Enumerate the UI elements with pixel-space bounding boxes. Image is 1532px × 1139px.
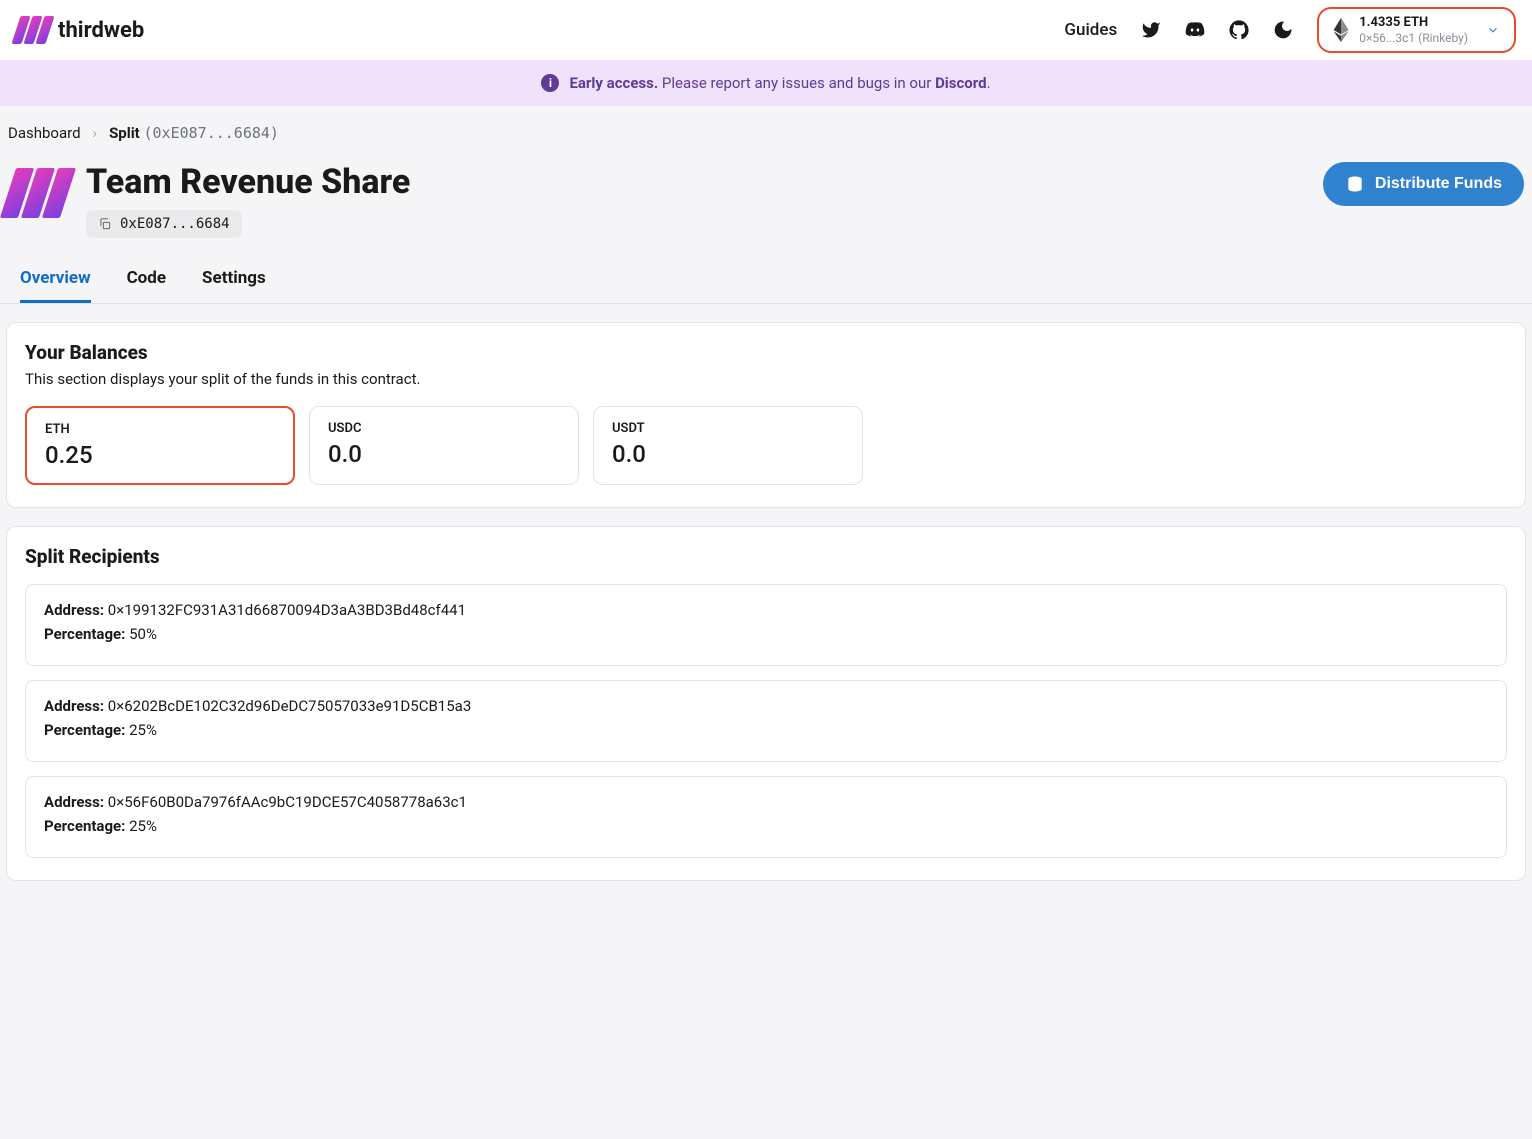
discord-link[interactable]: Discord <box>935 74 987 92</box>
contract-logo-icon <box>8 168 68 218</box>
tab-overview[interactable]: Overview <box>20 258 91 303</box>
recipients-heading: Split Recipients <box>25 545 1507 568</box>
page-title: Team Revenue Share <box>86 162 410 202</box>
tab-code[interactable]: Code <box>127 258 166 303</box>
balance-card-eth: ETH 0.25 <box>25 406 295 485</box>
breadcrumb-current: Split (0xE087...6684) <box>109 124 279 142</box>
info-icon: i <box>541 74 559 92</box>
contract-address-chip[interactable]: 0xE087...6684 <box>86 210 242 238</box>
header: thirdweb Guides 1.4335 ETH 0×56...3c1 (R… <box>0 0 1532 60</box>
balance-card-usdt: USDT 0.0 <box>593 406 863 485</box>
tab-settings[interactable]: Settings <box>202 258 266 303</box>
chevron-down-icon <box>1486 23 1500 37</box>
breadcrumb: Dashboard › Split (0xE087...6684) <box>0 106 1532 150</box>
recipient-percentage: 50% <box>129 625 157 643</box>
theme-moon-icon[interactable] <box>1273 20 1293 40</box>
contract-address: 0xE087...6684 <box>120 216 230 232</box>
chevron-right-icon: › <box>93 124 98 142</box>
balances-card: Your Balances This section displays your… <box>6 322 1526 508</box>
balance-symbol: ETH <box>45 422 275 437</box>
ethereum-icon <box>1333 18 1349 42</box>
coins-icon <box>1345 174 1365 194</box>
balance-value: 0.25 <box>45 441 275 469</box>
balance-value: 0.0 <box>328 440 560 468</box>
recipient-percentage: 25% <box>129 721 157 739</box>
brand-name: thirdweb <box>58 18 144 43</box>
balance-value: 0.0 <box>612 440 844 468</box>
guides-link[interactable]: Guides <box>1064 20 1117 40</box>
tabs: Overview Code Settings <box>0 258 1532 304</box>
early-access-banner: i Early access. Please report any issues… <box>0 60 1532 106</box>
recipient-address: 0×199132FC931A31d66870094D3aA3BD3Bd48cf4… <box>108 601 466 619</box>
page-header: Team Revenue Share 0xE087...6684 Distrib… <box>0 150 1532 258</box>
copy-icon <box>98 217 112 231</box>
balances-subtitle: This section displays your split of the … <box>25 370 1507 388</box>
logo-mark-icon <box>16 16 50 44</box>
balance-symbol: USDC <box>328 421 560 436</box>
twitter-icon[interactable] <box>1141 20 1161 40</box>
wallet-text: 1.4335 ETH 0×56...3c1 (Rinkeby) <box>1359 15 1468 45</box>
recipient-row: Address: 0×199132FC931A31d66870094D3aA3B… <box>25 584 1507 666</box>
recipient-row: Address: 0×56F60B0Da7976fAAc9bC19DCE57C4… <box>25 776 1507 858</box>
discord-icon[interactable] <box>1185 20 1205 40</box>
balance-card-usdc: USDC 0.0 <box>309 406 579 485</box>
header-right: Guides 1.4335 ETH 0×56...3c1 (Rinkeby) <box>1064 7 1516 53</box>
distribute-funds-button[interactable]: Distribute Funds <box>1323 162 1524 206</box>
brand-logo[interactable]: thirdweb <box>16 16 144 44</box>
wallet-address: 0×56...3c1 (Rinkeby) <box>1359 31 1468 45</box>
recipient-address: 0×56F60B0Da7976fAAc9bC19DCE57C4058778a63… <box>108 793 467 811</box>
recipient-percentage: 25% <box>129 817 157 835</box>
wallet-dropdown[interactable]: 1.4335 ETH 0×56...3c1 (Rinkeby) <box>1317 7 1516 53</box>
banner-text: Early access. Please report any issues a… <box>569 74 990 92</box>
recipient-row: Address: 0×6202BcDE102C32d96DeDC75057033… <box>25 680 1507 762</box>
breadcrumb-dashboard[interactable]: Dashboard <box>8 124 81 142</box>
balances-heading: Your Balances <box>25 341 1507 364</box>
wallet-balance: 1.4335 ETH <box>1359 15 1468 31</box>
recipients-card: Split Recipients Address: 0×199132FC931A… <box>6 526 1526 881</box>
recipient-address: 0×6202BcDE102C32d96DeDC75057033e91D5CB15… <box>108 697 471 715</box>
balance-symbol: USDT <box>612 421 844 436</box>
github-icon[interactable] <box>1229 20 1249 40</box>
